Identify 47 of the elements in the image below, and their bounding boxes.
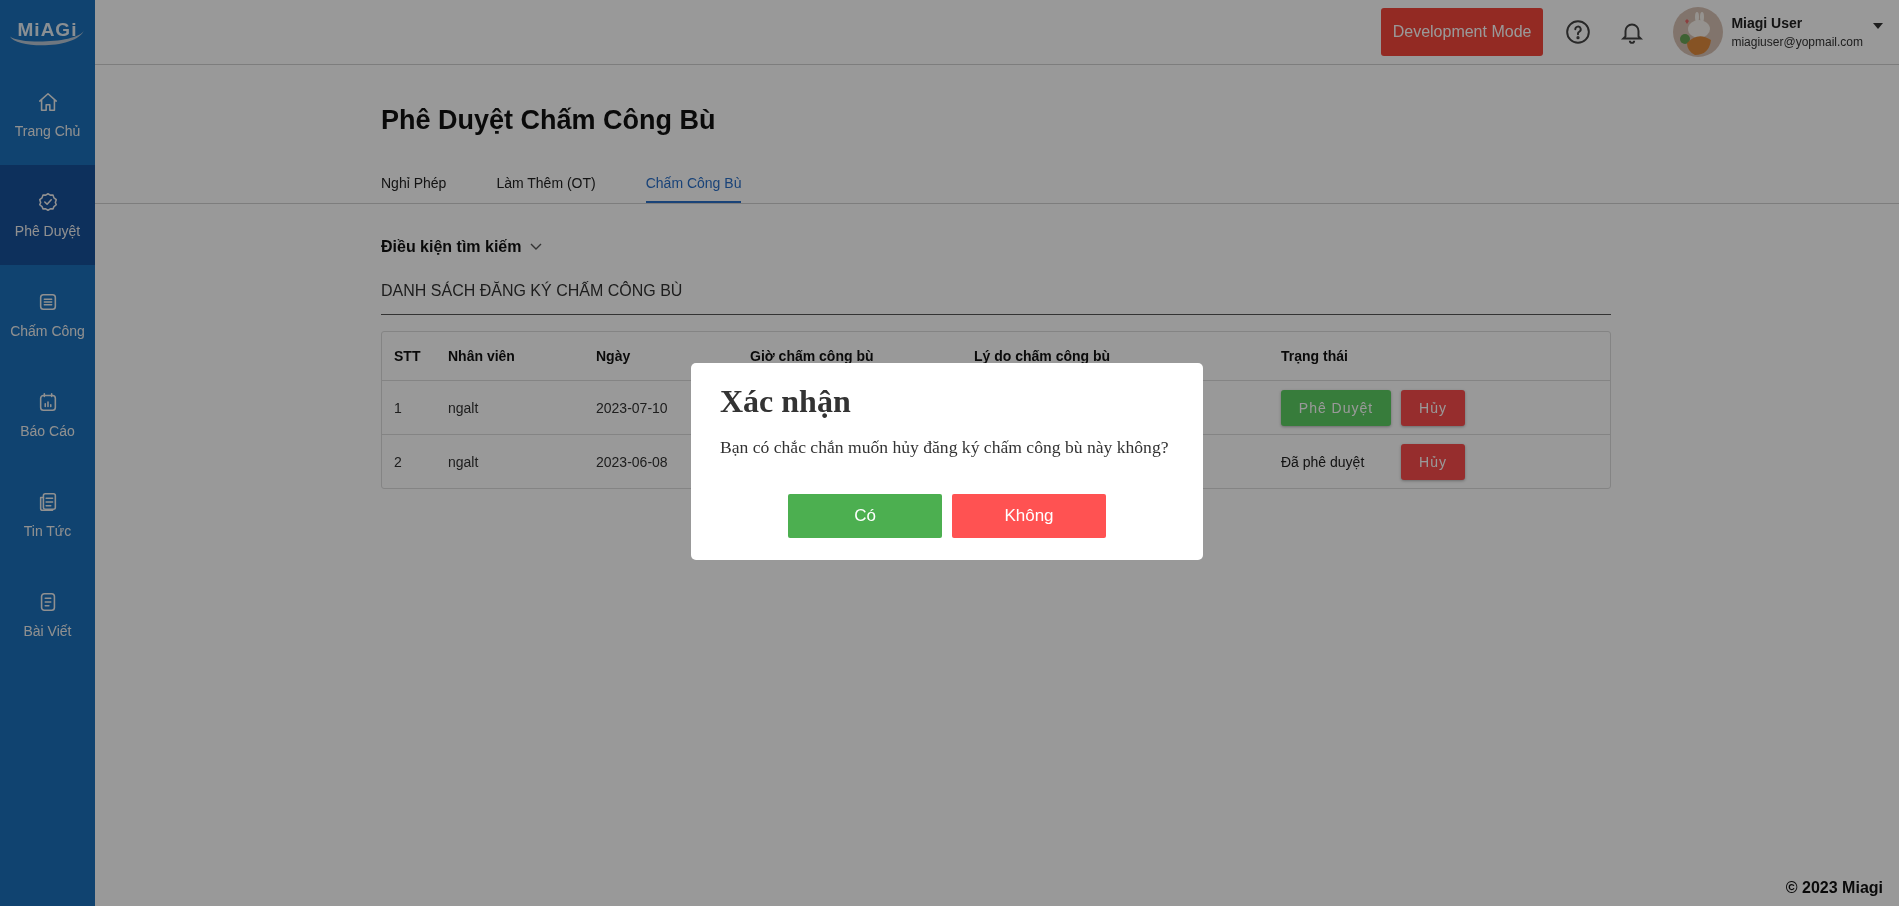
help-icon[interactable] [1565, 19, 1592, 45]
deny-button[interactable]: Không [952, 493, 1106, 538]
cancel-button[interactable]: Hủy [1401, 389, 1465, 426]
tab[interactable]: Nghỉ Phép [381, 169, 447, 203]
column-header: Trạng thái [1281, 348, 1349, 364]
table-cell-text: 2023-06-08 [596, 453, 669, 470]
table-cell-text: 2 [394, 453, 403, 470]
check-badge-icon [36, 191, 59, 213]
tab[interactable]: Chấm Công Bù [645, 169, 742, 203]
table-cell-text: ngalt [448, 399, 480, 416]
column-header: Ngày [596, 348, 632, 364]
search-conditions-toggle[interactable]: Điều kiện tìm kiếm [381, 238, 542, 256]
approve-button[interactable]: Phê Duyệt [1281, 389, 1391, 426]
nav-label: Phê Duyệt [14, 223, 81, 239]
nav-item[interactable]: Báo Cáo [0, 365, 95, 465]
development-mode-button[interactable]: Development Mode [1380, 8, 1544, 56]
nav-label: Báo Cáo [20, 423, 75, 439]
column-header: Nhân viên [448, 348, 516, 364]
user-email: miagiuser@yopmail.com [1731, 35, 1863, 49]
nav-label: Bài Viết [23, 623, 72, 639]
dialog-message: Bạn có chắc chắn muốn hủy đăng ký chấm công bù này không? [720, 436, 1170, 459]
column-header: Lý do chấm công bù [974, 348, 1112, 364]
logo[interactable]: MiAGi [0, 0, 95, 65]
column-header: Giờ chấm công bù [750, 348, 875, 364]
caret-icon[interactable] [1873, 23, 1883, 29]
nav-item[interactable]: Bài Viết [0, 565, 95, 665]
table-cell-text: ngalt [448, 453, 480, 470]
chevron-icon [529, 243, 542, 251]
tab[interactable]: Làm Thêm (OT) [496, 169, 596, 203]
table-cell-text: 1 [394, 399, 403, 416]
nav-item[interactable]: Trang Chủ [0, 65, 95, 165]
confirm-button[interactable]: Có [788, 493, 942, 538]
cancel-button[interactable]: Hủy [1401, 443, 1465, 480]
home-icon [36, 91, 59, 113]
status-text: Đã phê duyệt [1281, 453, 1366, 470]
column-header: STT [394, 348, 422, 364]
user-name: Miagi User [1731, 15, 1804, 31]
section-title: DANH SÁCH ĐĂNG KÝ CHẤM CÔNG BÙ [381, 282, 1611, 315]
nav-item[interactable]: Phê Duyệt [0, 165, 95, 265]
nav-label: Tin Tức [23, 523, 72, 539]
nav-label: Chấm Công [10, 323, 85, 339]
nav-item[interactable]: Chấm Công [0, 265, 95, 365]
copyright-text: © 2023 Miagi [1785, 879, 1883, 897]
page-title: Phê Duyệt Chấm Công Bù [381, 105, 717, 136]
dialog-title: Xác nhận [720, 383, 852, 420]
nav-item[interactable]: Tin Tức [0, 465, 95, 565]
nav-label: Trang Chủ [14, 123, 81, 139]
